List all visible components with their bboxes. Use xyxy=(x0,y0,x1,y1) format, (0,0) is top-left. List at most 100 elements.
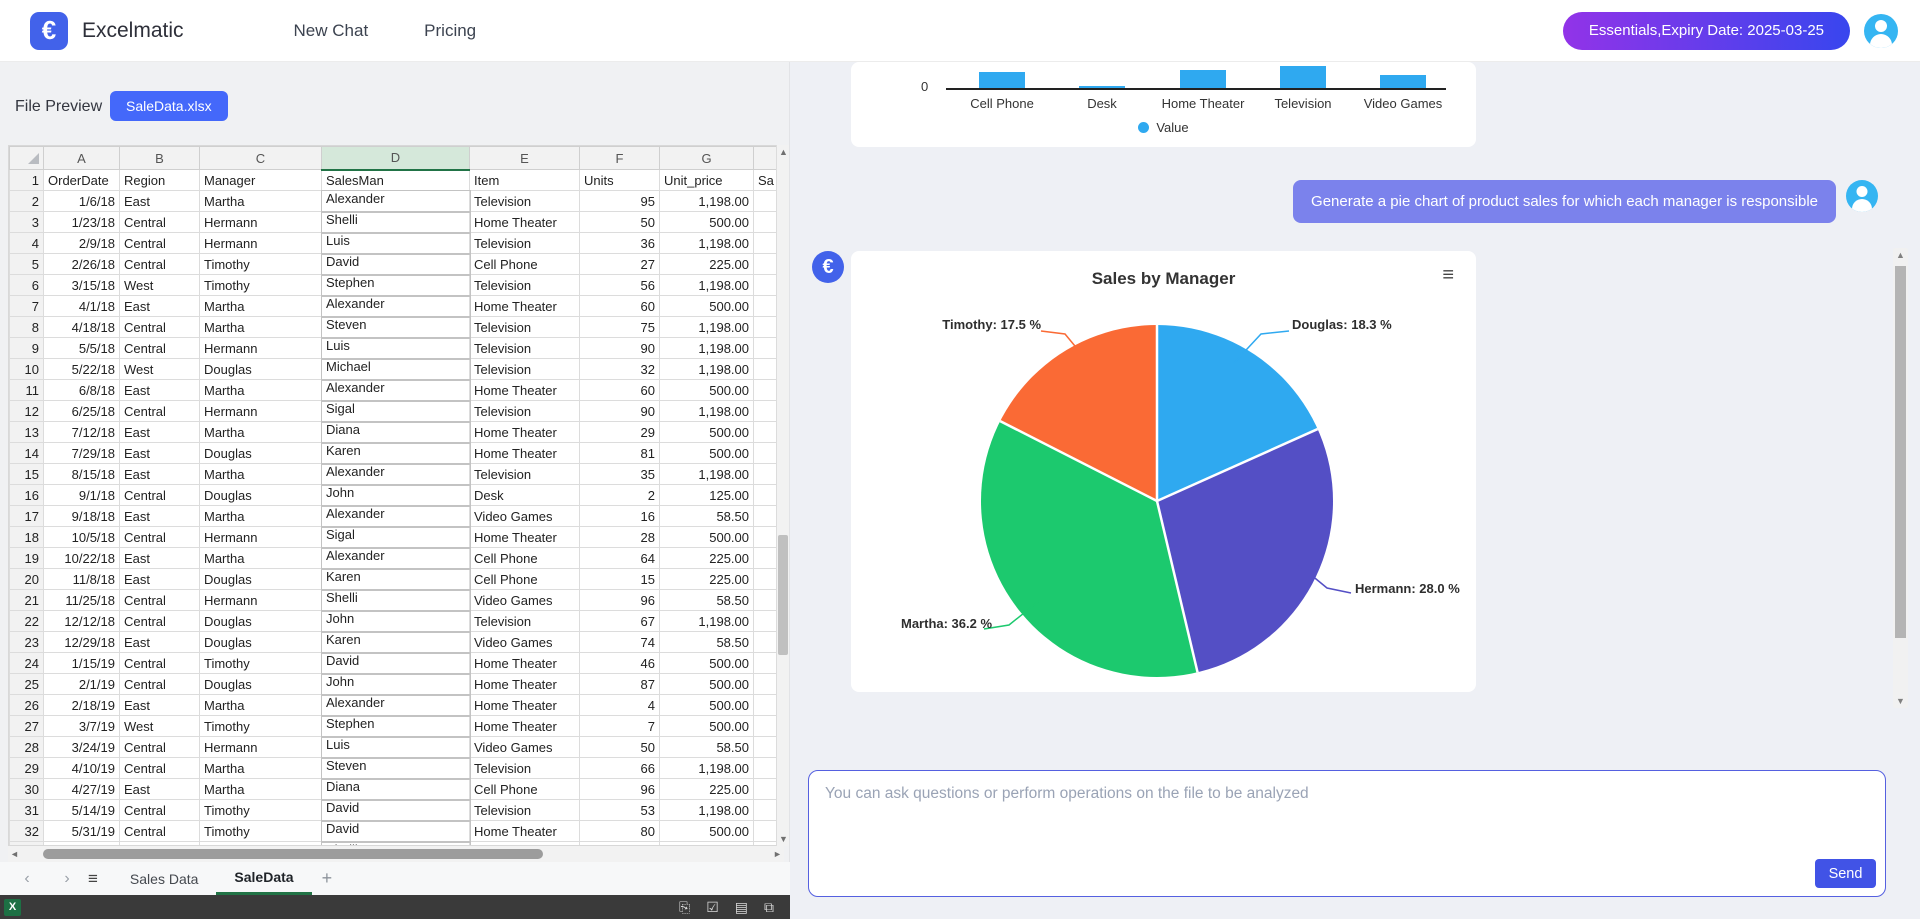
cell[interactable]: 96 xyxy=(580,590,660,611)
cell[interactable]: 1,198.00 xyxy=(660,275,754,296)
column-header-A[interactable]: A xyxy=(44,147,120,170)
cell[interactable]: 75 xyxy=(580,317,660,338)
cell[interactable]: Douglas xyxy=(200,359,322,380)
clipboard-check-icon[interactable]: ☑ xyxy=(706,899,719,916)
cell[interactable]: Shelli xyxy=(322,212,470,233)
cell[interactable]: 50 xyxy=(580,737,660,758)
cell[interactable] xyxy=(754,653,779,674)
cell[interactable]: Douglas xyxy=(200,632,322,653)
table-view-icon[interactable]: ▤ xyxy=(735,899,748,916)
cell[interactable]: 125.00 xyxy=(660,485,754,506)
cell[interactable]: 5/22/18 xyxy=(44,359,120,380)
cell[interactable] xyxy=(754,737,779,758)
cell[interactable]: Martha xyxy=(200,758,322,779)
select-all-corner[interactable] xyxy=(10,147,44,170)
cell[interactable]: Martha xyxy=(200,296,322,317)
cell[interactable]: Units xyxy=(580,170,660,191)
vertical-scroll-thumb[interactable] xyxy=(778,535,788,655)
cell[interactable]: John xyxy=(322,674,470,695)
cell[interactable]: 58.50 xyxy=(660,632,754,653)
cell[interactable] xyxy=(754,674,779,695)
cell[interactable]: Television xyxy=(470,191,580,212)
cell[interactable]: Television xyxy=(470,359,580,380)
cell[interactable]: Alexander xyxy=(322,296,470,317)
cell[interactable]: 3/15/18 xyxy=(44,275,120,296)
cell[interactable]: Timothy xyxy=(200,716,322,737)
cell[interactable]: 1,198.00 xyxy=(660,359,754,380)
cell[interactable]: 27 xyxy=(580,254,660,275)
cell[interactable]: 67 xyxy=(580,611,660,632)
scroll-right-icon[interactable]: ► xyxy=(771,849,784,859)
cell[interactable]: 4/1/18 xyxy=(44,296,120,317)
scroll-down-icon[interactable]: ▼ xyxy=(1893,696,1908,706)
cell[interactable]: Home Theater xyxy=(470,296,580,317)
cell[interactable]: Hermann xyxy=(200,233,322,254)
cell[interactable]: 36 xyxy=(580,233,660,254)
cell[interactable]: 1,198.00 xyxy=(660,758,754,779)
cell[interactable]: 500.00 xyxy=(660,380,754,401)
nav-item-new-chat[interactable]: New Chat xyxy=(294,21,369,41)
cell[interactable]: 28 xyxy=(580,527,660,548)
scroll-down-icon[interactable]: ▼ xyxy=(777,834,790,844)
cell[interactable]: Diana xyxy=(322,779,470,800)
cell[interactable]: Video Games xyxy=(470,632,580,653)
cell[interactable]: 87 xyxy=(580,674,660,695)
row-number[interactable]: 32 xyxy=(10,821,44,842)
row-number[interactable]: 7 xyxy=(10,296,44,317)
cell[interactable]: 50 xyxy=(580,212,660,233)
row-number[interactable]: 12 xyxy=(10,401,44,422)
cell[interactable]: 500.00 xyxy=(660,422,754,443)
cell[interactable]: Unit_price xyxy=(660,170,754,191)
cell[interactable] xyxy=(754,632,779,653)
cell[interactable]: Cell Phone xyxy=(470,779,580,800)
cell[interactable]: Alexander xyxy=(322,548,470,569)
cell[interactable]: 11/8/18 xyxy=(44,569,120,590)
row-number[interactable]: 2 xyxy=(10,191,44,212)
cell[interactable]: David xyxy=(322,800,470,821)
app-logo-icon[interactable]: € xyxy=(30,12,68,50)
cell[interactable]: Martha xyxy=(200,191,322,212)
cell[interactable]: 5/5/18 xyxy=(44,338,120,359)
cell[interactable] xyxy=(754,695,779,716)
cell[interactable]: 1,198.00 xyxy=(660,611,754,632)
column-header-partial[interactable] xyxy=(754,147,779,170)
cell[interactable]: SalesMan xyxy=(322,170,470,191)
file-tab-saledata[interactable]: SaleData.xlsx xyxy=(110,91,228,121)
cell[interactable]: Central xyxy=(120,674,200,695)
cell[interactable]: Stephen xyxy=(322,716,470,737)
cell[interactable]: Luis xyxy=(322,737,470,758)
cell[interactable]: East xyxy=(120,548,200,569)
cell[interactable]: Central xyxy=(120,758,200,779)
cell[interactable]: 29 xyxy=(580,422,660,443)
cell[interactable]: Home Theater xyxy=(470,422,580,443)
cell[interactable] xyxy=(754,779,779,800)
cell[interactable]: 1,198.00 xyxy=(660,317,754,338)
cell[interactable] xyxy=(754,758,779,779)
row-number[interactable]: 3 xyxy=(10,212,44,233)
cell[interactable]: Home Theater xyxy=(470,716,580,737)
cell[interactable]: Timothy xyxy=(200,275,322,296)
cell[interactable]: Home Theater xyxy=(470,380,580,401)
cell[interactable]: Region xyxy=(120,170,200,191)
sheet-tab-next-icon[interactable]: › xyxy=(54,870,80,888)
column-header-E[interactable]: E xyxy=(470,147,580,170)
sheet-vertical-scrollbar[interactable]: ▲ ▼ xyxy=(776,145,789,846)
cell[interactable]: Hermann xyxy=(200,527,322,548)
cell[interactable]: 3/7/19 xyxy=(44,716,120,737)
cell[interactable]: Steven xyxy=(322,758,470,779)
cell[interactable]: Home Theater xyxy=(470,527,580,548)
cell[interactable]: 90 xyxy=(580,338,660,359)
cell[interactable]: Karen xyxy=(322,632,470,653)
column-header-C[interactable]: C xyxy=(200,147,322,170)
cell[interactable]: Item xyxy=(470,170,580,191)
cell[interactable]: Hermann xyxy=(200,401,322,422)
cell[interactable]: East xyxy=(120,296,200,317)
row-number[interactable]: 15 xyxy=(10,464,44,485)
cell[interactable]: Alexander xyxy=(322,191,470,212)
cell[interactable]: Cell Phone xyxy=(470,569,580,590)
row-number[interactable]: 4 xyxy=(10,233,44,254)
row-number[interactable]: 13 xyxy=(10,422,44,443)
cell[interactable]: 1,198.00 xyxy=(660,191,754,212)
cell[interactable]: 1,198.00 xyxy=(660,338,754,359)
cell[interactable]: 90 xyxy=(580,401,660,422)
